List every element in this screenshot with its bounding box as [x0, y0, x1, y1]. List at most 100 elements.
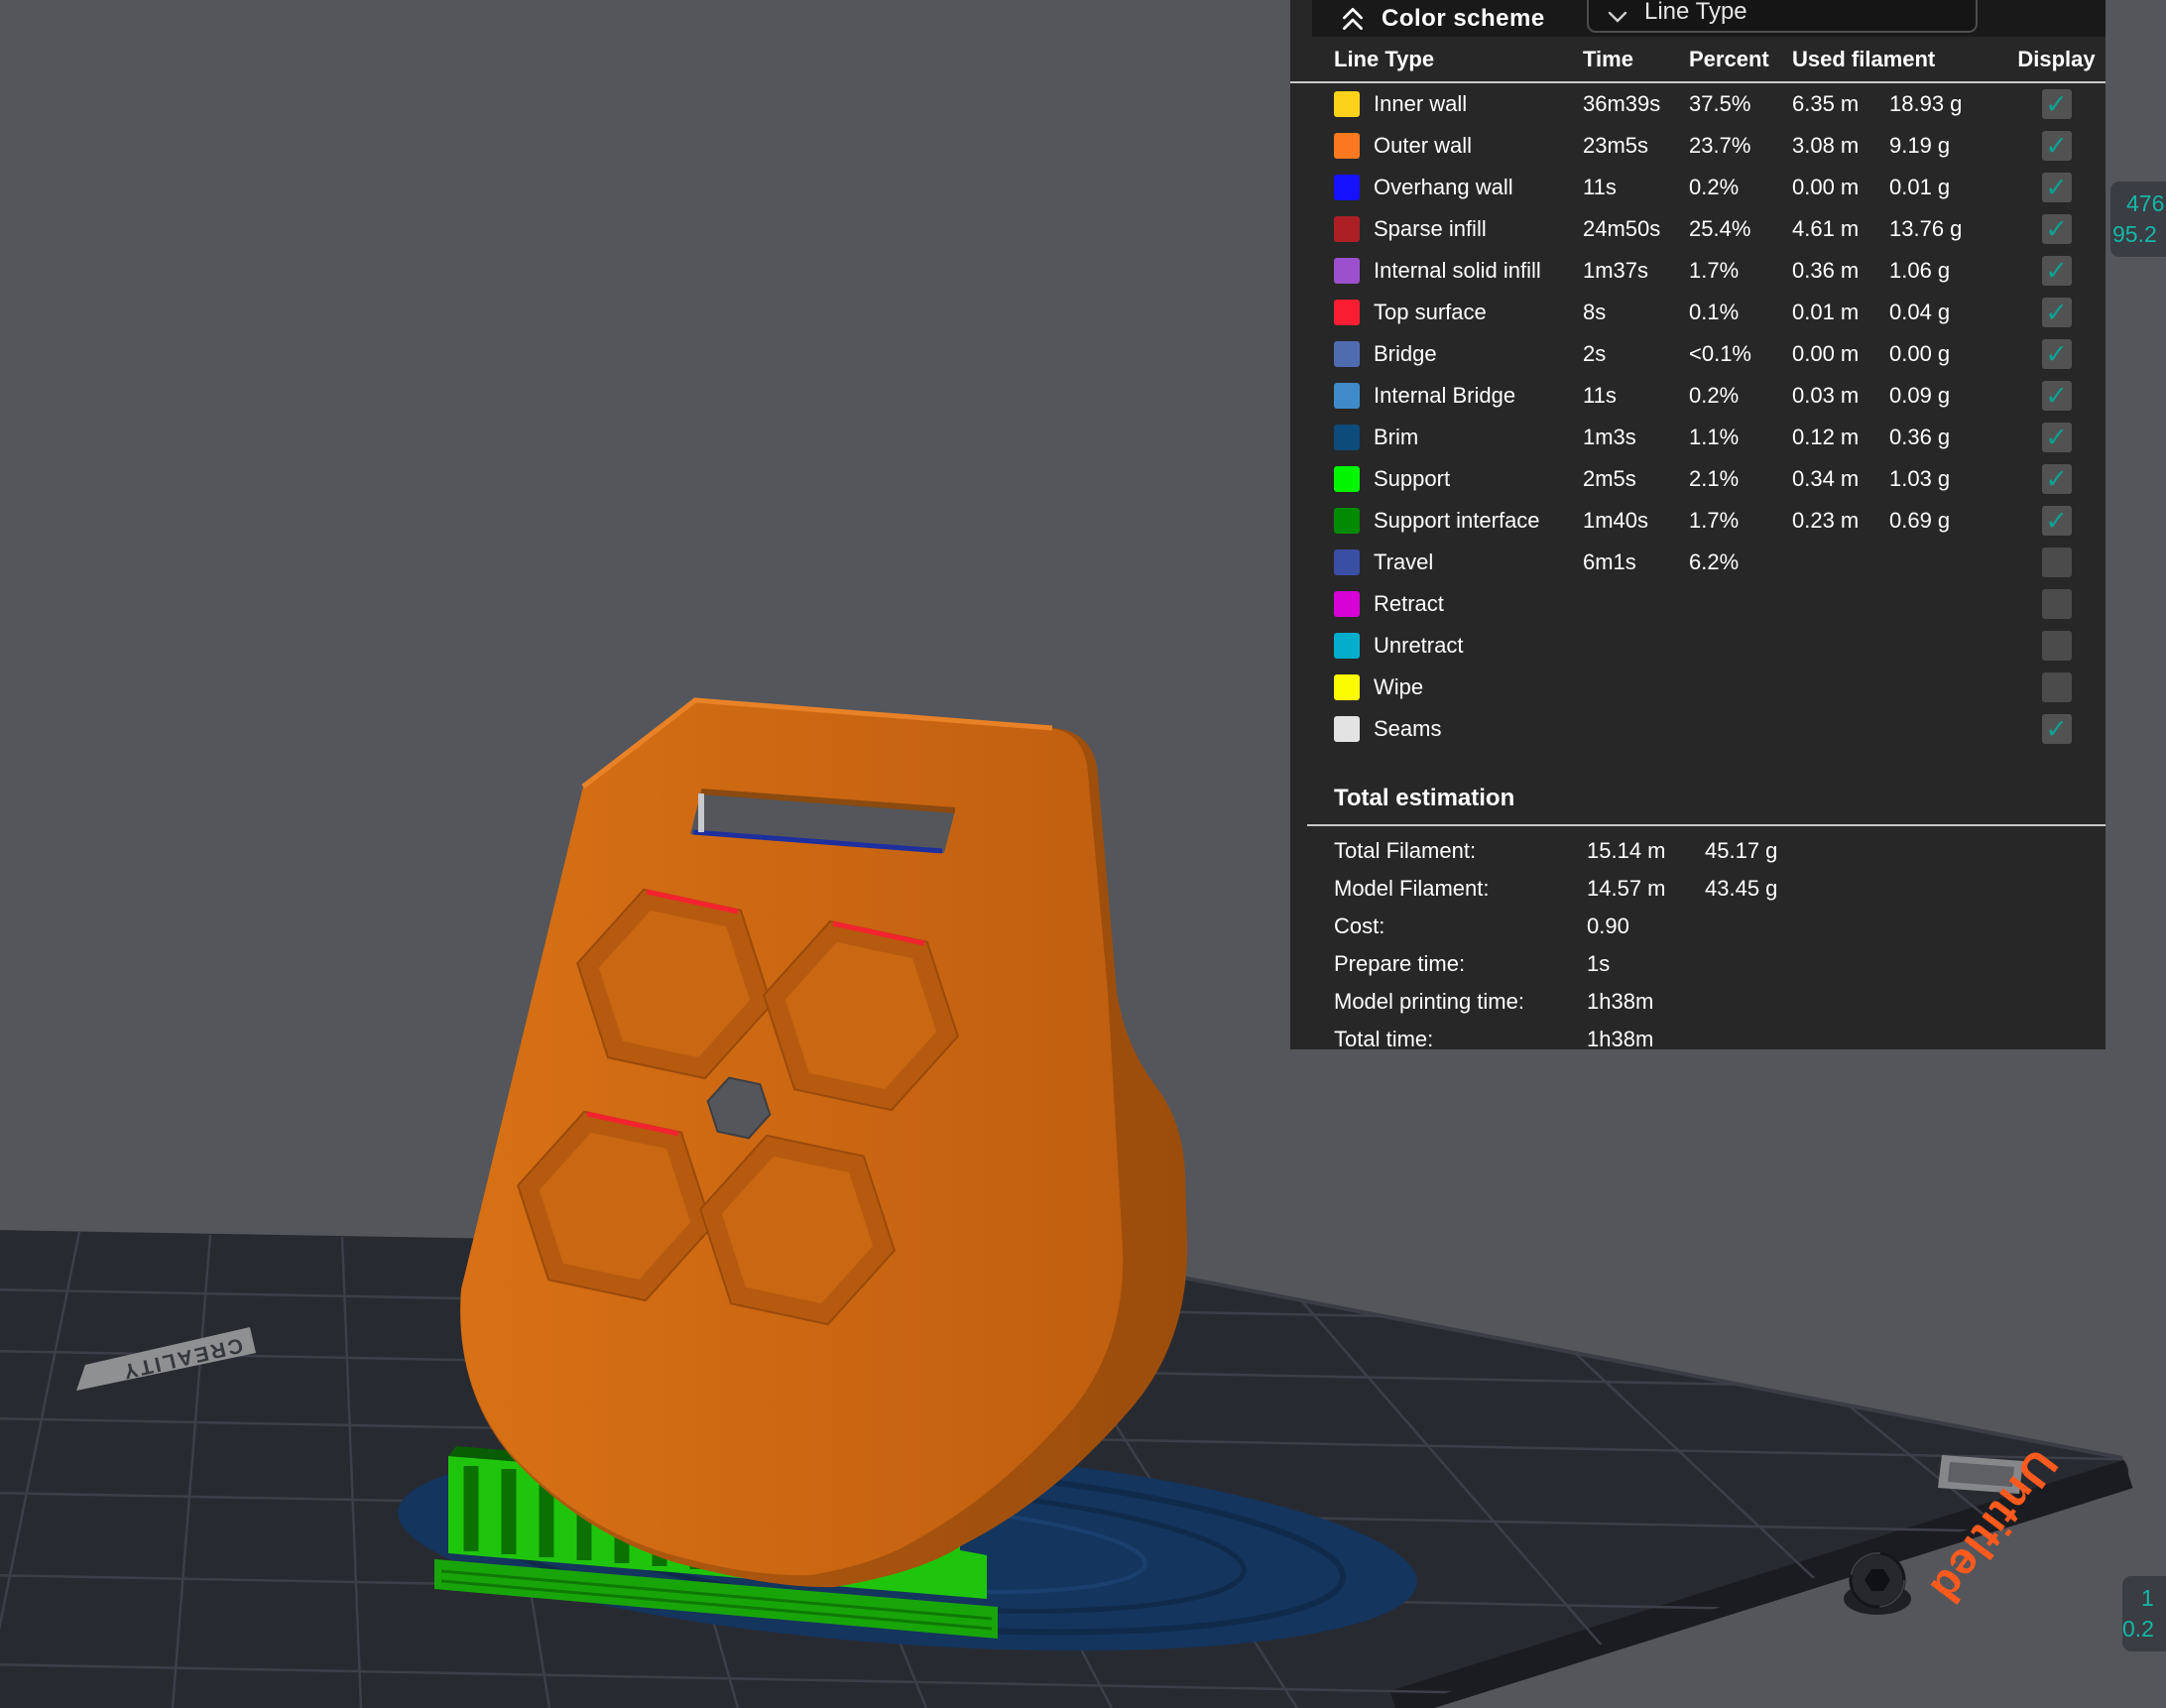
line-type-swatch: [1334, 91, 1360, 117]
table-row: Inner wall36m39s37.5%6.35 m18.93 g✓: [1290, 83, 2106, 125]
panel-title: Color scheme: [1382, 5, 1545, 33]
percent-value: 6.2%: [1689, 549, 1792, 575]
table-row: Seams✓: [1290, 708, 2106, 750]
table-row: Overhang wall11s0.2%0.00 m0.01 g✓: [1290, 167, 2106, 208]
table-row: Top surface8s0.1%0.01 m0.04 g✓: [1290, 292, 2106, 333]
color-scheme-panel: Color scheme Line Type Line Type Time Pe…: [1290, 0, 2106, 1049]
total-estimation-section: Total estimation Total Filament:15.14 m4…: [1290, 785, 2106, 1058]
total-label: Total time:: [1334, 1027, 1587, 1052]
line-type-swatch: [1334, 175, 1360, 200]
col-header-percent: Percent: [1689, 47, 1792, 72]
length-value: 0.34 m: [1792, 466, 1889, 492]
total-row: Total Filament:15.14 m45.17 g: [1290, 832, 2106, 870]
weight-value: 1.06 g: [1889, 258, 2007, 284]
table-row: Support interface1m40s1.7%0.23 m0.69 g✓: [1290, 500, 2106, 542]
time-value: 8s: [1583, 300, 1689, 325]
line-type-label: Retract: [1374, 591, 1583, 617]
length-value: 0.00 m: [1792, 175, 1889, 200]
display-checkbox[interactable]: ✓: [2042, 89, 2072, 119]
table-row: Internal Bridge11s0.2%0.03 m0.09 g✓: [1290, 375, 2106, 417]
time-value: 1m3s: [1583, 425, 1689, 450]
total-value-1: 0.90: [1587, 914, 1705, 939]
sliced-model[interactable]: [460, 700, 1187, 1587]
length-value: 4.61 m: [1792, 216, 1889, 242]
col-header-used-filament: Used filament: [1792, 47, 2007, 72]
panel-header-bar: Color scheme Line Type: [1312, 0, 2106, 37]
percent-value: 23.7%: [1689, 133, 1792, 159]
percent-value: 1.7%: [1689, 258, 1792, 284]
badge-value: 476: [2110, 188, 2166, 219]
display-checkbox[interactable]: ✓: [2042, 381, 2072, 411]
display-checkbox[interactable]: ✓: [2042, 256, 2072, 286]
total-value-1: 1s: [1587, 951, 1705, 977]
line-type-label: Bridge: [1374, 341, 1583, 367]
line-type-label: Sparse infill: [1374, 216, 1583, 242]
total-row: Cost:0.90: [1290, 908, 2106, 945]
total-row: Model printing time:1h38m: [1290, 983, 2106, 1021]
line-type-swatch: [1334, 425, 1360, 450]
table-row: Internal solid infill1m37s1.7%0.36 m1.06…: [1290, 250, 2106, 292]
display-checkbox[interactable]: ✓: [2042, 631, 2072, 661]
percent-value: 0.2%: [1689, 383, 1792, 409]
table-row: Wipe ✓: [1290, 667, 2106, 708]
length-value: 6.35 m: [1792, 91, 1889, 117]
total-label: Model Filament:: [1334, 876, 1587, 902]
time-value: 11s: [1583, 383, 1689, 409]
display-checkbox[interactable]: ✓: [2042, 131, 2072, 161]
display-checkbox[interactable]: ✓: [2042, 339, 2072, 369]
length-value: 0.23 m: [1792, 508, 1889, 534]
weight-value: 0.09 g: [1889, 383, 2007, 409]
divider: [1307, 824, 2106, 826]
layer-readout-badge: 1 0.2: [2122, 1576, 2166, 1651]
table-row: Bridge2s<0.1%0.00 m0.00 g✓: [1290, 333, 2106, 375]
total-value-1: 1h38m: [1587, 989, 1705, 1015]
line-type-swatch: [1334, 633, 1360, 659]
total-row: Prepare time:1s: [1290, 945, 2106, 983]
display-checkbox[interactable]: ✓: [2042, 214, 2072, 244]
display-checkbox[interactable]: ✓: [2042, 714, 2072, 744]
table-row: Support2m5s2.1%0.34 m1.03 g✓: [1290, 458, 2106, 500]
weight-value: 0.04 g: [1889, 300, 2007, 325]
table-row: Brim1m3s1.1%0.12 m0.36 g✓: [1290, 417, 2106, 458]
time-value: 6m1s: [1583, 549, 1689, 575]
line-type-swatch: [1334, 300, 1360, 325]
weight-value: 0.69 g: [1889, 508, 2007, 534]
weight-value: 1.03 g: [1889, 466, 2007, 492]
display-checkbox[interactable]: ✓: [2042, 589, 2072, 619]
table-header-row: Line Type Time Percent Used filament Dis…: [1290, 37, 2106, 83]
line-type-swatch: [1334, 216, 1360, 242]
display-checkbox[interactable]: ✓: [2042, 672, 2072, 702]
col-header-line-type: Line Type: [1334, 47, 1583, 72]
display-checkbox[interactable]: ✓: [2042, 173, 2072, 202]
length-value: 0.36 m: [1792, 258, 1889, 284]
badge-value: 0.2: [2122, 1614, 2166, 1645]
line-type-label: Internal solid infill: [1374, 258, 1583, 284]
table-row: Unretract✓: [1290, 625, 2106, 667]
display-checkbox[interactable]: ✓: [2042, 506, 2072, 536]
badge-value: 95.2: [2110, 219, 2166, 250]
percent-value: 37.5%: [1689, 91, 1792, 117]
total-row: Total time:1h38m: [1290, 1021, 2106, 1058]
line-type-swatch: [1334, 341, 1360, 367]
line-type-label: Inner wall: [1374, 91, 1583, 117]
weight-value: 0.36 g: [1889, 425, 2007, 450]
line-type-label: Travel: [1374, 549, 1583, 575]
length-value: 0.01 m: [1792, 300, 1889, 325]
color-scheme-dropdown[interactable]: Line Type: [1587, 0, 1978, 33]
time-value: 36m39s: [1583, 91, 1689, 117]
length-value: 0.00 m: [1792, 341, 1889, 367]
line-type-label: Support: [1374, 466, 1583, 492]
display-checkbox[interactable]: ✓: [2042, 423, 2072, 452]
weight-value: 0.00 g: [1889, 341, 2007, 367]
total-label: Prepare time:: [1334, 951, 1587, 977]
total-value-2: 45.17 g: [1705, 838, 2106, 864]
display-checkbox[interactable]: ✓: [2042, 298, 2072, 327]
line-type-label: Wipe: [1374, 674, 1583, 700]
collapse-panel-icon[interactable]: [1336, 4, 1370, 34]
line-type-swatch: [1334, 466, 1360, 492]
line-type-swatch: [1334, 674, 1360, 700]
total-row: Model Filament:14.57 m43.45 g: [1290, 870, 2106, 908]
line-type-swatch: [1334, 508, 1360, 534]
display-checkbox[interactable]: ✓: [2042, 548, 2072, 577]
display-checkbox[interactable]: ✓: [2042, 464, 2072, 494]
